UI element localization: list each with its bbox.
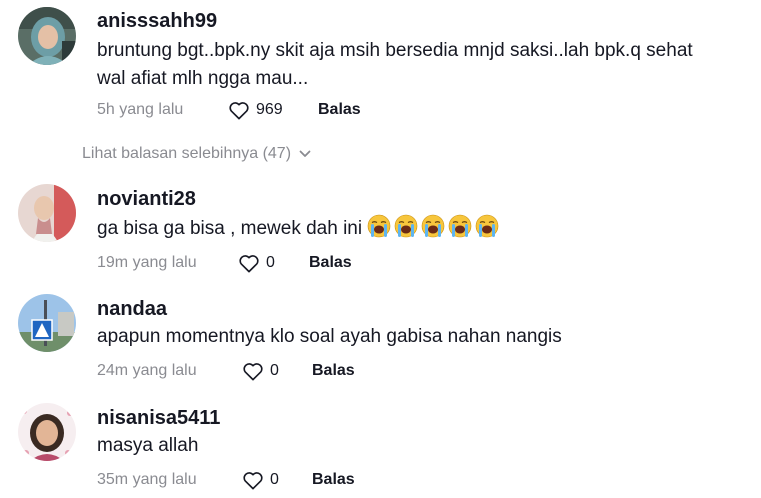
loudly-crying-face-icon: [367, 214, 391, 238]
reply-button[interactable]: Balas: [312, 471, 355, 489]
comment-meta: 19m yang lalu 0 Balas: [97, 250, 352, 276]
like-count: 0: [266, 254, 275, 271]
like-button[interactable]: 0: [242, 470, 312, 490]
comment-text-line: ga bisa ga bisa , mewek dah ini: [97, 218, 363, 239]
heart-outline-icon: [243, 363, 263, 381]
loudly-crying-face-icon: [421, 214, 445, 238]
heart-outline-icon: [239, 255, 259, 273]
comment-meta: 24m yang lalu 0 Balas: [97, 358, 355, 384]
comment-time: 35m yang lalu: [97, 471, 197, 488]
avatar[interactable]: [18, 7, 76, 65]
comment-username[interactable]: nisanisa5411: [97, 406, 220, 430]
reply-button[interactable]: Balas: [309, 254, 352, 272]
loudly-crying-face-icon: [394, 214, 418, 238]
comment-username[interactable]: anisssahh99: [97, 9, 217, 33]
like-button[interactable]: 0: [238, 253, 309, 273]
avatar[interactable]: [18, 294, 76, 352]
reply-button[interactable]: Balas: [318, 101, 361, 119]
reply-button[interactable]: Balas: [312, 362, 355, 380]
emoji-group: [367, 214, 499, 238]
like-count: 969: [256, 101, 283, 118]
loudly-crying-face-icon: [475, 214, 499, 238]
comment-text-line: wal afiat mlh ngga mau...: [97, 68, 309, 89]
avatar[interactable]: [18, 403, 76, 461]
comment-meta: 35m yang lalu 0 Balas: [97, 467, 355, 493]
comment-text: masya allah: [97, 432, 198, 460]
chevron-down-icon: [299, 150, 311, 157]
view-more-replies-button[interactable]: Lihat balasan selebihnya (47): [82, 143, 311, 165]
comment-text: apapun momentnya klo soal ayah gabisa na…: [97, 323, 562, 351]
comment-time: 5h yang lalu: [97, 101, 184, 118]
comment-time: 19m yang lalu: [97, 254, 197, 271]
view-more-replies-label: Lihat balasan selebihnya (47): [82, 145, 292, 162]
comment-text: bruntung bgt..bpk.ny skit aja msih berse…: [97, 37, 693, 93]
comment-text-line: masya allah: [97, 435, 199, 456]
comment-username[interactable]: nandaa: [97, 297, 167, 321]
loudly-crying-face-icon: [448, 214, 472, 238]
heart-outline-icon: [229, 102, 249, 120]
comment-username[interactable]: novianti28: [97, 187, 196, 211]
comment-time: 24m yang lalu: [97, 362, 197, 379]
comment-text-line: bruntung bgt..bpk.ny skit aja msih berse…: [97, 40, 693, 61]
like-button[interactable]: 0: [242, 361, 312, 381]
comment-meta: 5h yang lalu 969 Balas: [97, 97, 361, 123]
like-button[interactable]: 969: [228, 100, 318, 120]
heart-outline-icon: [243, 472, 263, 490]
avatar[interactable]: [18, 184, 76, 242]
like-count: 0: [270, 471, 279, 488]
comment-text-line: apapun momentnya klo soal ayah gabisa na…: [97, 326, 562, 347]
comment-text: ga bisa ga bisa , mewek dah ini: [97, 214, 499, 243]
like-count: 0: [270, 362, 279, 379]
